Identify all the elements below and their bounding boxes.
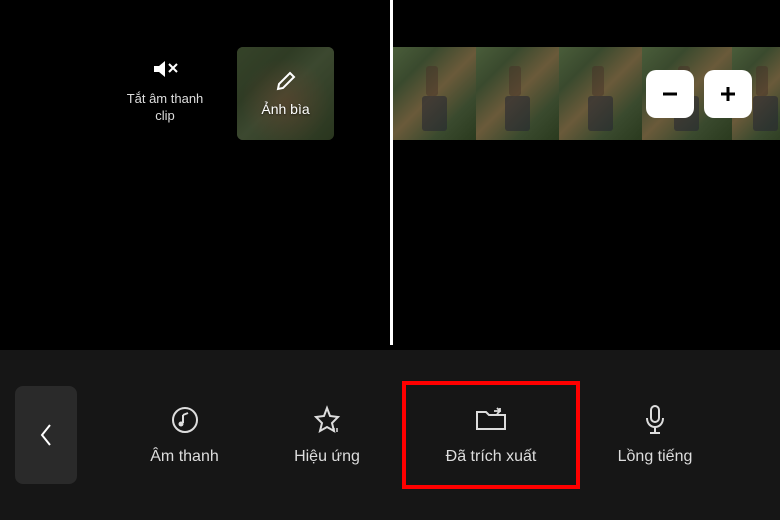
music-note-icon [170,404,200,436]
timeline-playhead[interactable] [390,0,393,345]
cover-image-label: Ảnh bìa [261,101,309,117]
effects-tool-label: Hiệu ứng [294,448,360,466]
mute-clip-button[interactable]: Tắt âm thanh clip [125,55,205,125]
timeline-frame [476,47,559,140]
timeline-frame [559,47,642,140]
microphone-icon [643,404,667,436]
edit-pencil-icon [275,70,297,97]
effects-tool-button[interactable]: Hiệu ứng [252,385,402,485]
voiceover-tool-button[interactable]: Lồng tiếng [580,385,730,485]
speaker-mute-icon [151,55,179,83]
bottom-toolbar: Âm thanh Hiệu ứng Đã trích xuất [0,350,780,520]
back-button[interactable] [15,386,77,484]
timeline-frame [393,47,476,140]
star-sparkle-icon [312,404,342,436]
folder-arrow-icon [474,404,508,436]
mute-clip-label: Tắt âm thanh clip [125,91,205,125]
audio-tool-label: Âm thanh [150,448,218,466]
extract-tool-button[interactable]: Đã trích xuất [402,381,580,489]
chevron-left-icon [38,422,54,448]
cover-image-button[interactable]: Ảnh bìa [237,47,334,140]
voiceover-tool-label: Lồng tiếng [618,448,693,466]
plus-icon [716,82,740,106]
audio-tool-button[interactable]: Âm thanh [117,385,252,485]
minus-icon [658,82,682,106]
extract-tool-label: Đã trích xuất [446,448,537,466]
zoom-in-button[interactable] [704,70,752,118]
zoom-out-button[interactable] [646,70,694,118]
